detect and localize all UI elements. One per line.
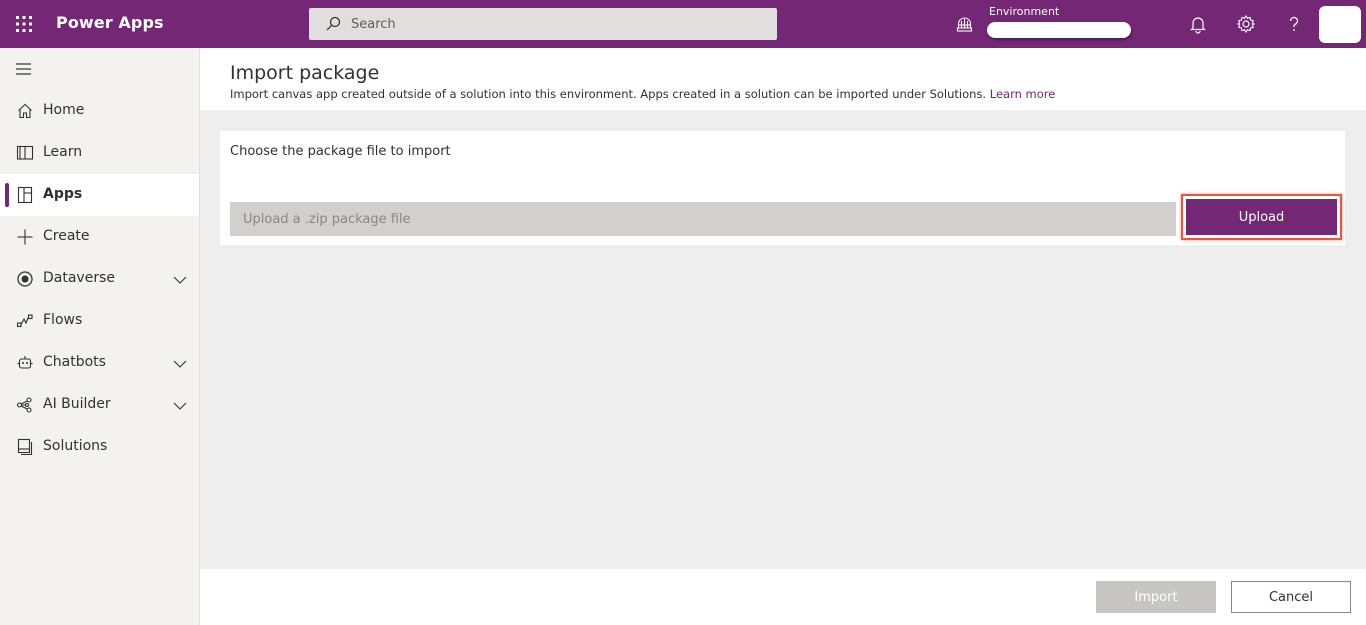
cancel-button[interactable]: Cancel: [1231, 581, 1351, 613]
package-file-field[interactable]: [230, 202, 1176, 236]
sidebar-item-ai-builder[interactable]: AI Builder: [0, 384, 199, 426]
import-card: Choose the package file to import Upload: [220, 131, 1345, 245]
page-description: Import canvas app created outside of a s…: [230, 87, 1055, 101]
chevron-down-icon[interactable]: [172, 356, 188, 370]
waffle-icon[interactable]: [14, 14, 34, 34]
upload-button[interactable]: Upload: [1186, 199, 1337, 235]
sidebar-item-label: Dataverse: [43, 270, 115, 286]
plus-icon: [16, 228, 34, 246]
sidebar-item-solutions[interactable]: Solutions: [0, 426, 199, 468]
flow-icon: [16, 312, 34, 330]
sidebar-item-create[interactable]: Create: [0, 216, 199, 258]
hamburger-icon[interactable]: [14, 61, 34, 77]
sidebar-item-label: Apps: [43, 186, 83, 202]
chevron-down-icon[interactable]: [172, 398, 188, 412]
search-box[interactable]: [309, 8, 777, 40]
main-content: Import package Import canvas app created…: [200, 48, 1366, 625]
sidebar-item-label: AI Builder: [43, 396, 111, 412]
sidebar-item-label: Chatbots: [43, 354, 106, 370]
bell-icon[interactable]: [1188, 14, 1208, 34]
sidebar-item-label: Home: [43, 102, 85, 118]
home-icon: [16, 102, 34, 120]
environment-picker[interactable]: [987, 22, 1131, 38]
page-title: Import package: [230, 62, 380, 84]
sidebar: Home Learn Apps Create Dataverse Flows C…: [0, 48, 200, 625]
ai-builder-icon: [16, 396, 34, 414]
help-icon[interactable]: [1284, 14, 1304, 34]
sidebar-item-label: Create: [43, 228, 90, 244]
sidebar-item-label: Learn: [43, 144, 83, 160]
solutions-icon: [16, 438, 34, 456]
book-icon: [16, 144, 34, 162]
import-button[interactable]: Import: [1096, 581, 1216, 613]
dataverse-icon: [16, 270, 34, 288]
description-text: Import canvas app created outside of a s…: [230, 87, 987, 101]
environment-label: Environment: [989, 5, 1060, 18]
sidebar-item-label: Flows: [43, 312, 83, 328]
sidebar-item-label: Solutions: [43, 438, 108, 454]
page-header: Import package Import canvas app created…: [200, 48, 1366, 110]
bot-icon: [16, 354, 34, 372]
sidebar-item-apps[interactable]: Apps: [0, 174, 199, 216]
environment-icon[interactable]: [956, 16, 973, 33]
sidebar-item-learn[interactable]: Learn: [0, 132, 199, 174]
search-icon: [325, 16, 341, 32]
avatar[interactable]: [1319, 6, 1361, 43]
sidebar-item-flows[interactable]: Flows: [0, 300, 199, 342]
selection-indicator: [5, 183, 9, 207]
search-input[interactable]: [351, 8, 761, 40]
sidebar-item-home[interactable]: Home: [0, 90, 199, 132]
top-bar: Power Apps Environment: [0, 0, 1366, 48]
learn-more-link[interactable]: Learn more: [990, 87, 1056, 101]
sidebar-item-dataverse[interactable]: Dataverse: [0, 258, 199, 300]
footer-bar: Import Cancel: [200, 569, 1366, 625]
sidebar-item-chatbots[interactable]: Chatbots: [0, 342, 199, 384]
apps-icon: [16, 186, 34, 204]
chevron-down-icon[interactable]: [172, 272, 188, 286]
gear-icon[interactable]: [1236, 14, 1256, 34]
choose-file-label: Choose the package file to import: [230, 144, 451, 159]
app-title[interactable]: Power Apps: [56, 13, 164, 32]
